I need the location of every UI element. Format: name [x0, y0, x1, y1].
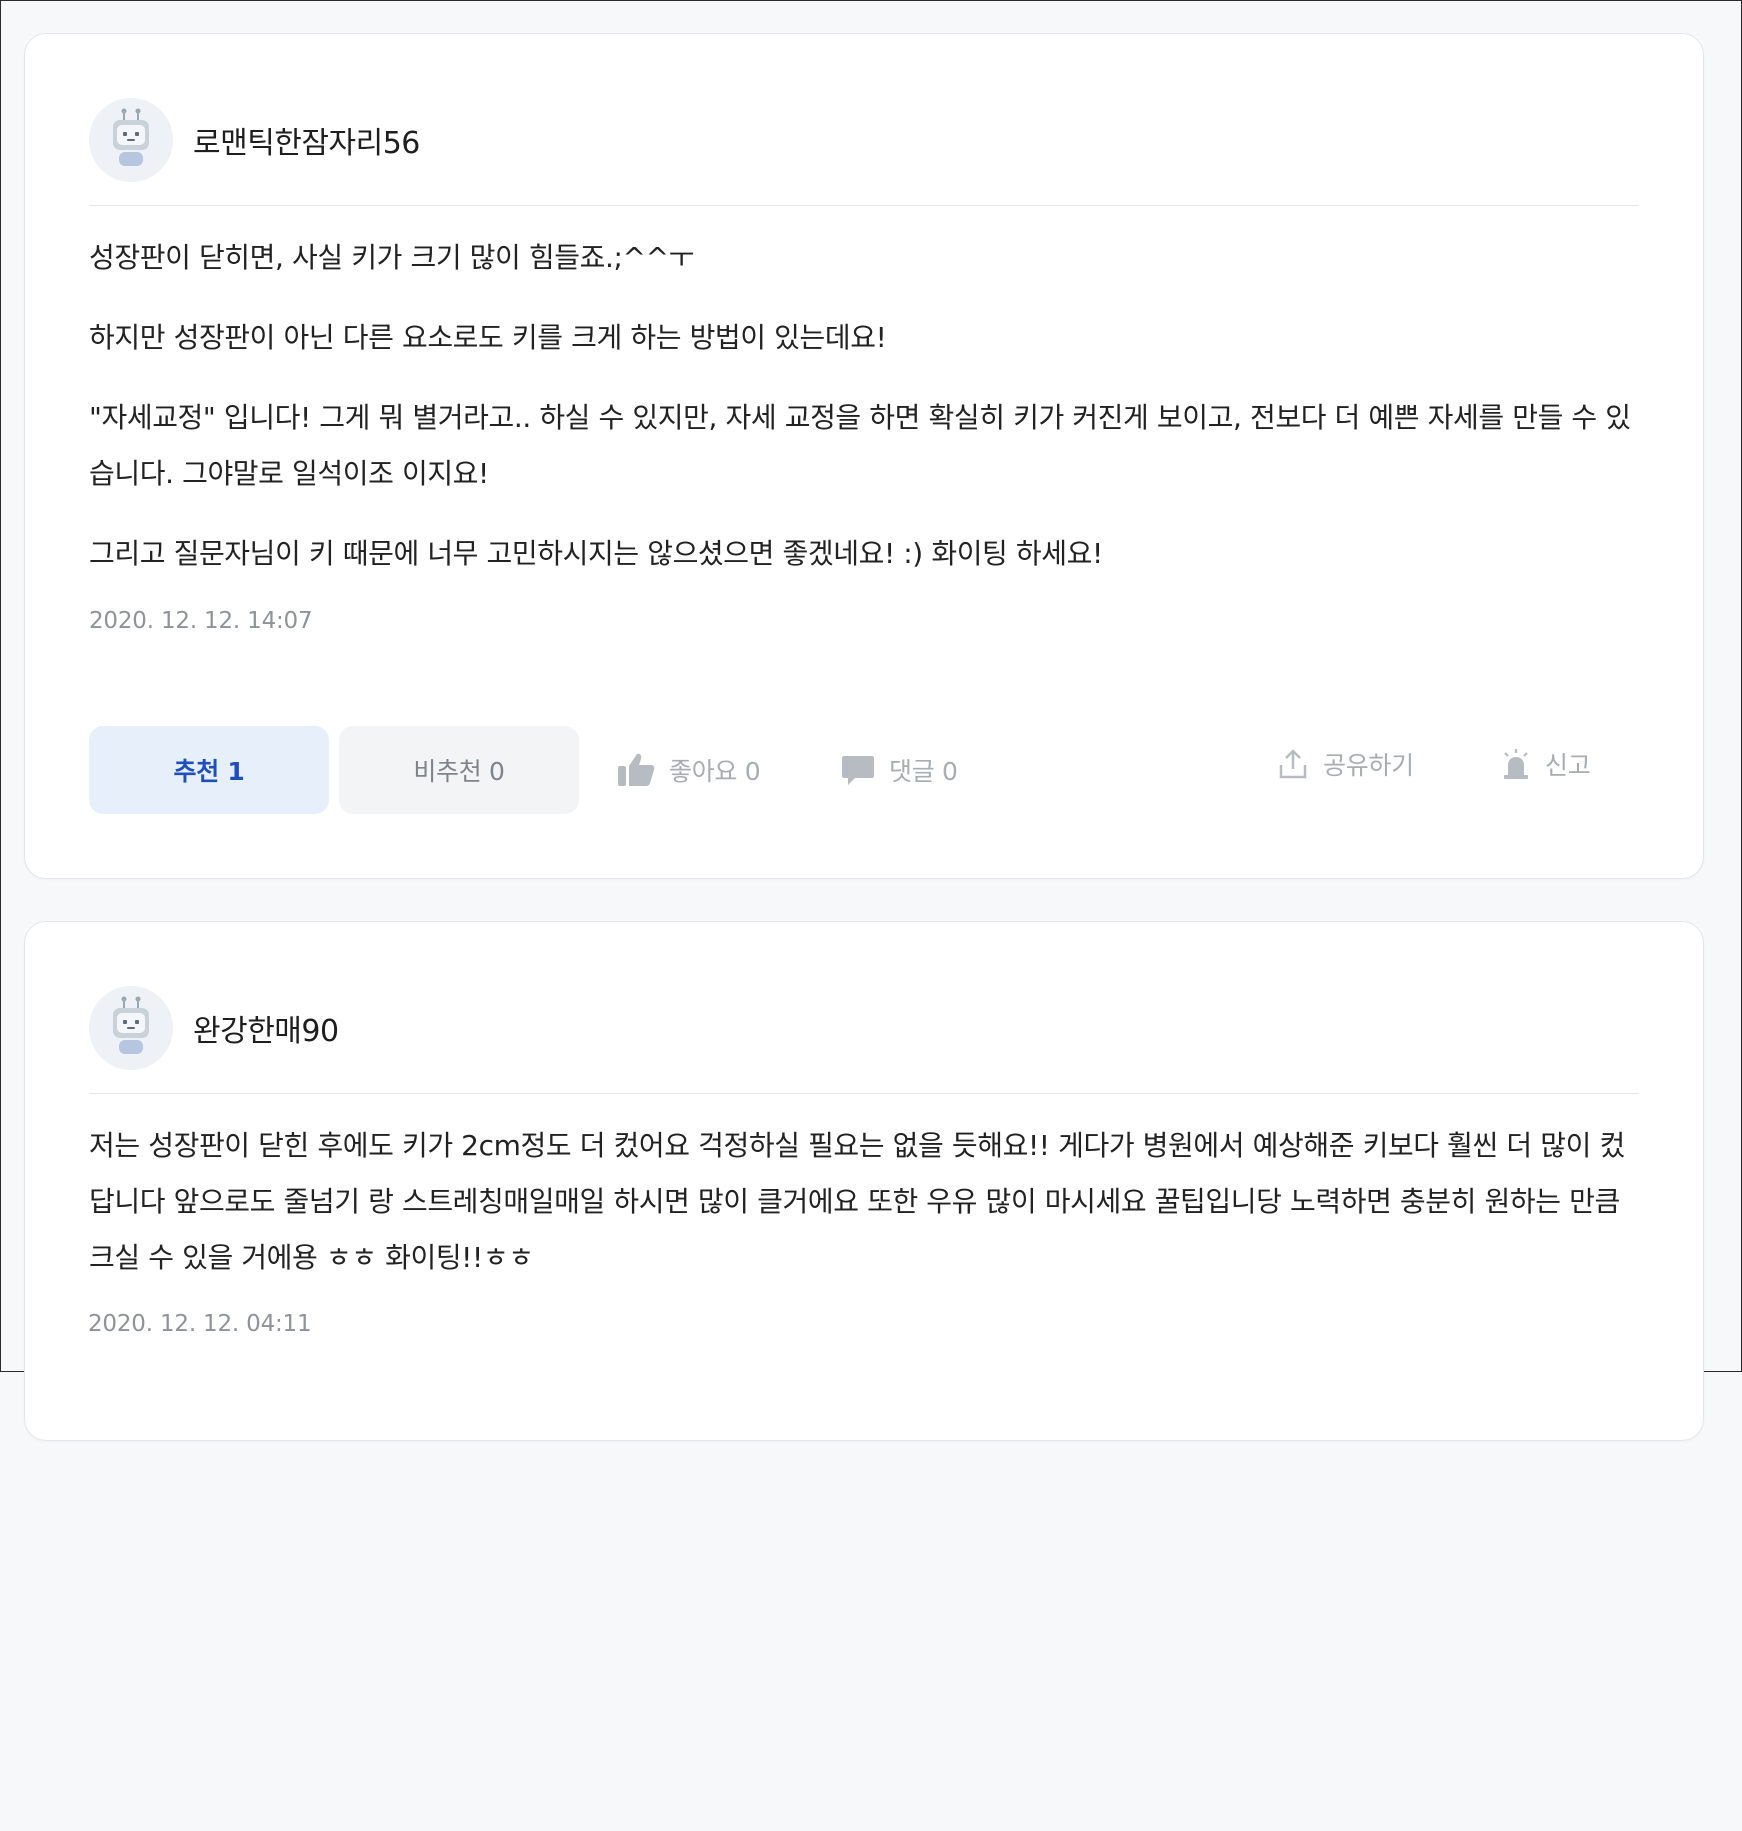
- share-button[interactable]: 공유하기: [1277, 720, 1414, 808]
- like-label: 좋아요 0: [669, 757, 761, 786]
- answer-paragraph: 그리고 질문자님이 키 때문에 너무 고민하시지는 않으셨으면 좋겠네요! :)…: [89, 537, 1103, 570]
- robot-avatar-icon[interactable]: [89, 98, 173, 182]
- author-name[interactable]: 로맨틱한잠자리56: [193, 118, 420, 162]
- answer-timestamp: 2020. 12. 12. 14:07: [89, 608, 313, 634]
- recommend-button[interactable]: 추천 1: [89, 726, 329, 814]
- divider: [89, 1093, 1639, 1094]
- share-label: 공유하기: [1323, 751, 1414, 780]
- answer-content: 성장판이 닫히면, 사실 키가 크기 많이 힘들죠.;^^ㅜ 하지만 성장판이 …: [89, 230, 1643, 606]
- like-button[interactable]: 좋아요 0: [617, 726, 761, 814]
- answer-paragraph: 성장판이 닫히면, 사실 키가 크기 많이 힘들죠.;^^ㅜ: [89, 241, 695, 274]
- divider: [89, 205, 1639, 206]
- comment-button[interactable]: 댓글 0: [841, 726, 958, 814]
- report-button[interactable]: 신고: [1501, 720, 1591, 808]
- answer-timestamp: 2020. 12. 12. 04:11: [88, 1311, 312, 1337]
- author-info: 로맨틱한잠자리56: [89, 98, 420, 182]
- report-label: 신고: [1545, 751, 1591, 780]
- comment-label: 댓글 0: [889, 757, 958, 786]
- answer-paragraph: "자세교정" 입니다! 그게 뭐 별거라고.. 하실 수 있지만, 자세 교정을…: [89, 401, 1631, 490]
- answer-paragraph: 하지만 성장판이 아닌 다른 요소로도 키를 크게 하는 방법이 있는데요!: [89, 321, 887, 354]
- siren-icon: [1504, 749, 1528, 779]
- author-name[interactable]: 완강한매90: [193, 1006, 339, 1050]
- answer-card: 로맨틱한잠자리56 성장판이 닫히면, 사실 키가 크기 많이 힘들죠.;^^ㅜ…: [24, 33, 1704, 879]
- robot-avatar-icon[interactable]: [89, 986, 173, 1070]
- unrecommend-button[interactable]: 비추천 0: [339, 726, 579, 814]
- share-upload-icon: [1279, 749, 1307, 779]
- speech-bubble-icon: [842, 756, 874, 785]
- author-info: 완강한매90: [89, 986, 339, 1070]
- thumbs-up-icon: [618, 753, 655, 786]
- answer-content: 저는 성장판이 닫힌 후에도 키가 2cm정도 더 컸어요 걱정하실 필요는 없…: [89, 1118, 1643, 1310]
- answer-paragraph: 저는 성장판이 닫힌 후에도 키가 2cm정도 더 컸어요 걱정하실 필요는 없…: [89, 1129, 1625, 1274]
- answer-actions: 추천 1 비추천 0 좋아요 0 댓글 0 공유하기 신고: [89, 726, 1639, 814]
